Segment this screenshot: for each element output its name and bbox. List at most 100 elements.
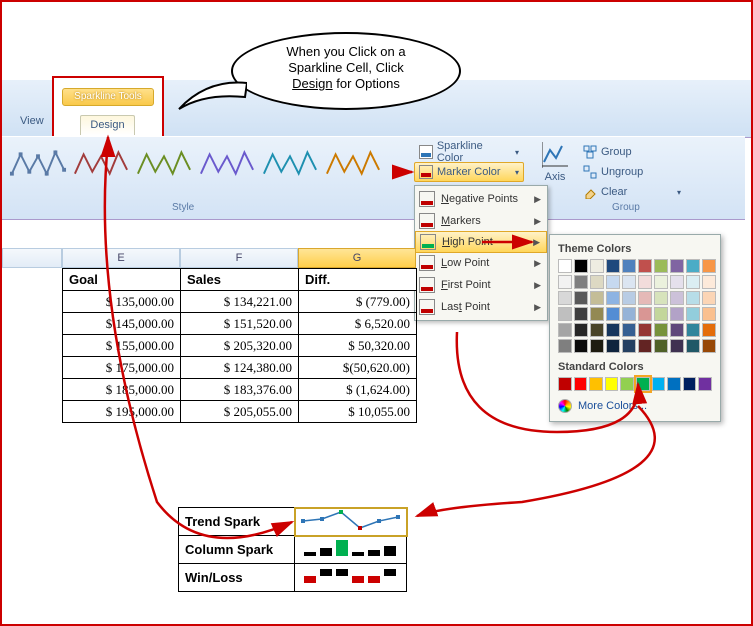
col-header-g[interactable]: G xyxy=(298,248,416,268)
color-swatch[interactable] xyxy=(638,259,652,273)
cell[interactable]: $ 185,000.00 xyxy=(63,379,181,401)
color-swatch[interactable] xyxy=(686,339,700,353)
color-swatch[interactable] xyxy=(622,307,636,321)
cell[interactable]: $ (1,624.00) xyxy=(299,379,417,401)
color-swatch[interactable] xyxy=(638,275,652,289)
style-swatch[interactable] xyxy=(135,144,193,184)
cell[interactable]: $ 135,000.00 xyxy=(63,291,181,313)
color-swatch[interactable] xyxy=(590,275,604,289)
color-swatch[interactable] xyxy=(670,291,684,305)
color-swatch[interactable] xyxy=(654,323,668,337)
group-button[interactable]: Group xyxy=(582,142,682,162)
sparkline-style-gallery[interactable] xyxy=(8,142,403,212)
color-swatch[interactable] xyxy=(622,259,636,273)
theme-color-row[interactable] xyxy=(558,259,712,273)
style-swatch[interactable] xyxy=(324,144,382,184)
color-swatch[interactable] xyxy=(622,339,636,353)
color-swatch[interactable] xyxy=(574,323,588,337)
cell[interactable]: $ 175,000.00 xyxy=(63,357,181,379)
color-swatch[interactable] xyxy=(558,291,572,305)
color-swatch[interactable] xyxy=(574,339,588,353)
cell[interactable]: $ 50,320.00 xyxy=(299,335,417,357)
ungroup-button[interactable]: Ungroup xyxy=(582,162,682,182)
color-swatch[interactable] xyxy=(606,323,620,337)
color-swatch[interactable] xyxy=(574,259,588,273)
color-swatch[interactable] xyxy=(654,339,668,353)
cell[interactable]: $ 195,000.00 xyxy=(63,401,181,423)
cell[interactable]: $ 134,221.00 xyxy=(181,291,299,313)
color-swatch[interactable] xyxy=(636,377,650,391)
color-swatch[interactable] xyxy=(702,323,716,337)
color-swatch[interactable] xyxy=(654,259,668,273)
color-swatch[interactable] xyxy=(638,339,652,353)
color-swatch[interactable] xyxy=(683,377,697,391)
cell[interactable]: $ 145,000.00 xyxy=(63,313,181,335)
color-swatch[interactable] xyxy=(698,377,712,391)
trend-spark-cell[interactable] xyxy=(295,508,407,536)
color-swatch[interactable] xyxy=(589,377,603,391)
sparkline-color-button[interactable]: Sparkline Color ▾ xyxy=(414,142,524,162)
cell[interactable]: $ (779.00) xyxy=(299,291,417,313)
color-swatch[interactable] xyxy=(638,323,652,337)
color-swatch[interactable] xyxy=(702,339,716,353)
color-swatch[interactable] xyxy=(606,275,620,289)
color-swatch[interactable] xyxy=(702,307,716,321)
color-swatch[interactable] xyxy=(670,259,684,273)
standard-color-row[interactable] xyxy=(558,377,712,391)
color-swatch[interactable] xyxy=(574,291,588,305)
color-swatch[interactable] xyxy=(574,377,588,391)
color-swatch[interactable] xyxy=(574,307,588,321)
theme-tints-grid[interactable] xyxy=(558,275,712,353)
cell[interactable]: $ 205,055.00 xyxy=(181,401,299,423)
style-swatch[interactable] xyxy=(198,144,256,184)
marker-color-button[interactable]: Marker Color ▾ xyxy=(414,162,524,182)
col-header-f[interactable]: F xyxy=(180,248,298,268)
table-row[interactable]: $ 175,000.00$ 124,380.00$(50,620.00) xyxy=(63,357,417,379)
row-header-gutter[interactable] xyxy=(2,248,62,268)
color-swatch[interactable] xyxy=(654,307,668,321)
color-swatch[interactable] xyxy=(590,259,604,273)
color-swatch[interactable] xyxy=(654,275,668,289)
color-swatch[interactable] xyxy=(590,323,604,337)
color-swatch[interactable] xyxy=(605,377,619,391)
cell[interactable]: $ 6,520.00 xyxy=(299,313,417,335)
color-swatch[interactable] xyxy=(702,259,716,273)
color-swatch[interactable] xyxy=(702,275,716,289)
color-swatch[interactable] xyxy=(558,259,572,273)
color-swatch[interactable] xyxy=(670,307,684,321)
color-swatch[interactable] xyxy=(620,377,634,391)
color-swatch[interactable] xyxy=(702,291,716,305)
table-row[interactable]: $ 135,000.00$ 134,221.00$ (779.00) xyxy=(63,291,417,313)
table-row[interactable]: $ 195,000.00$ 205,055.00$ 10,055.00 xyxy=(63,401,417,423)
style-swatch[interactable] xyxy=(9,144,67,184)
table-row[interactable]: $ 185,000.00$ 183,376.00$ (1,624.00) xyxy=(63,379,417,401)
color-swatch[interactable] xyxy=(558,323,572,337)
color-swatch[interactable] xyxy=(622,275,636,289)
color-swatch[interactable] xyxy=(667,377,681,391)
menu-markers[interactable]: Markers▶ xyxy=(415,210,547,232)
color-swatch[interactable] xyxy=(606,339,620,353)
color-swatch[interactable] xyxy=(686,275,700,289)
color-swatch[interactable] xyxy=(670,275,684,289)
style-swatch[interactable] xyxy=(261,144,319,184)
sparkline-summary-table[interactable]: Trend Spark Column Spark Win/Loss xyxy=(178,507,407,592)
menu-negative-points[interactable]: Negative Points▶ xyxy=(415,188,547,210)
color-swatch[interactable] xyxy=(558,307,572,321)
color-swatch[interactable] xyxy=(652,377,666,391)
color-swatch[interactable] xyxy=(574,275,588,289)
color-swatch[interactable] xyxy=(590,291,604,305)
color-swatch[interactable] xyxy=(686,259,700,273)
cell[interactable]: $(50,620.00) xyxy=(299,357,417,379)
cell[interactable]: $ 151,520.00 xyxy=(181,313,299,335)
data-table[interactable]: Goal Sales Diff. $ 135,000.00$ 134,221.0… xyxy=(62,268,417,423)
color-swatch[interactable] xyxy=(590,307,604,321)
col-header-e[interactable]: E xyxy=(62,248,180,268)
cell[interactable]: $ 10,055.00 xyxy=(299,401,417,423)
color-swatch[interactable] xyxy=(686,323,700,337)
color-swatch[interactable] xyxy=(686,307,700,321)
table-row[interactable]: $ 145,000.00$ 151,520.00$ 6,520.00 xyxy=(63,313,417,335)
color-swatch[interactable] xyxy=(558,339,572,353)
winloss-cell[interactable] xyxy=(295,564,407,592)
menu-high-point[interactable]: High Point▶ xyxy=(415,231,547,253)
column-spark-cell[interactable] xyxy=(295,536,407,564)
